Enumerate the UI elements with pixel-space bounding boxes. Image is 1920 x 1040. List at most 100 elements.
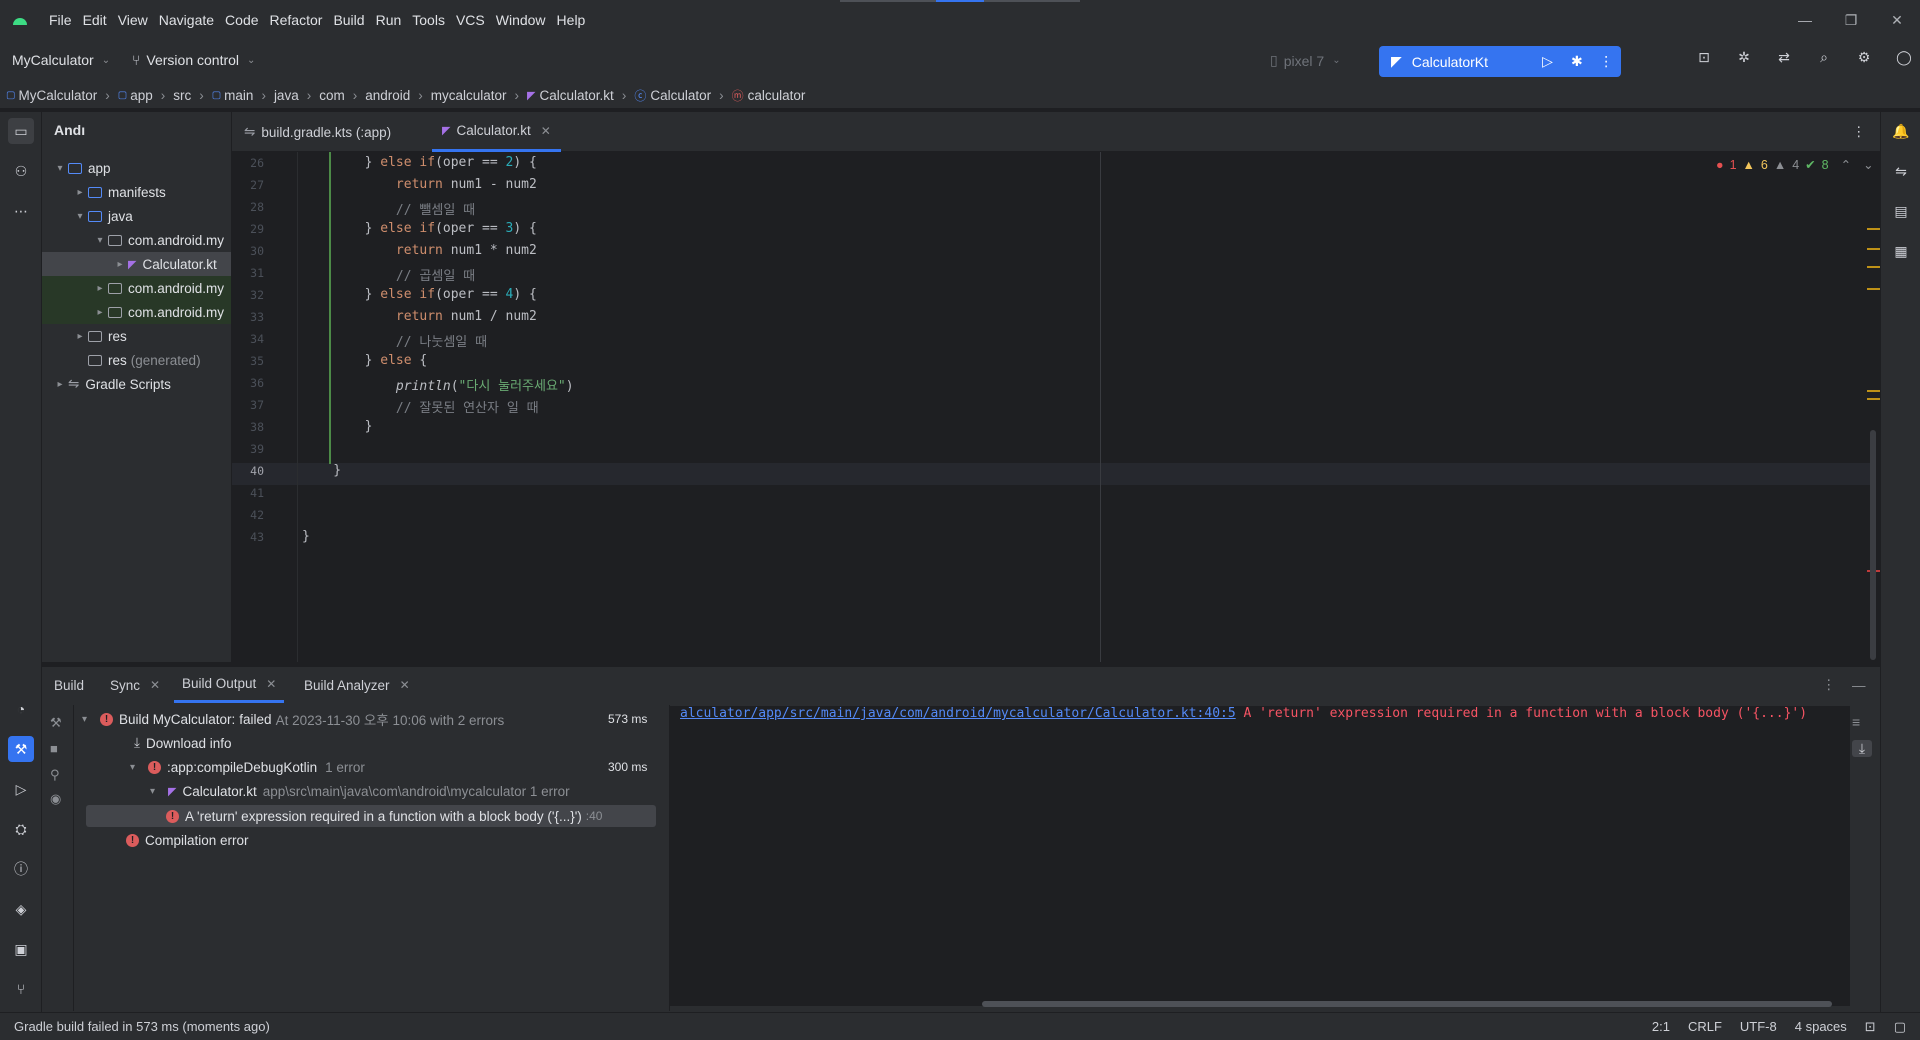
project-panel-title[interactable]: Andı <box>54 122 85 138</box>
tab-build[interactable]: Build <box>54 667 84 703</box>
breadcrumb-item[interactable]: com <box>319 88 345 103</box>
download-info-node[interactable]: ⤓ Download info <box>134 731 232 755</box>
chat-icon[interactable]: ▢ <box>1894 1019 1906 1035</box>
stop-icon[interactable]: ■ <box>50 741 58 756</box>
git-icon[interactable]: ⑂ <box>8 976 34 1002</box>
app-inspection-icon[interactable]: ⛭ <box>8 816 34 842</box>
tree-item-res[interactable]: ▸ res <box>42 324 231 348</box>
tree-item-calculator-kt[interactable]: ▸ ◤ Calculator.kt <box>42 252 231 276</box>
warning-stripe[interactable] <box>1867 398 1880 400</box>
close-icon[interactable]: ✕ <box>150 678 160 692</box>
build-console[interactable]: alculator/app/src/main/java/com/android/… <box>670 706 1850 1006</box>
build-hammer-icon[interactable]: ⚒ <box>8 736 34 762</box>
chevron-down-icon[interactable]: ⌄ <box>1863 157 1873 172</box>
menu-file[interactable]: File <box>49 12 72 28</box>
close-icon[interactable]: ✕ <box>266 677 276 691</box>
vertical-scrollbar[interactable] <box>1870 430 1876 660</box>
inspection-widget[interactable]: ● 1 ▲ 6 ▲ 4 ✔ 8 ⌃ ⌄ <box>1716 157 1874 173</box>
console-horizontal-scrollbar[interactable] <box>982 1001 1832 1007</box>
menu-build[interactable]: Build <box>333 12 364 28</box>
eye-icon[interactable]: ◉ <box>50 791 61 807</box>
indent-setting[interactable]: 4 spaces <box>1795 1019 1847 1035</box>
scroll-to-end-icon[interactable]: ⤓ <box>1852 740 1872 757</box>
soft-wrap-icon[interactable]: ≡ <box>1852 714 1860 730</box>
tab-build-analyzer[interactable]: Build Analyzer ✕ <box>304 667 410 703</box>
terminal-icon[interactable]: ▣ <box>8 936 34 962</box>
gradle-icon[interactable]: ⇋ <box>1888 158 1914 184</box>
breadcrumb-item[interactable]: main <box>224 88 253 103</box>
breadcrumb-item[interactable]: Calculator.kt <box>540 88 614 103</box>
restore-icon[interactable]: ❐ <box>1828 0 1874 40</box>
menu-tools[interactable]: Tools <box>412 12 445 28</box>
tab-build-gradle[interactable]: ⇋ build.gradle.kts (:app) <box>244 112 391 152</box>
compilation-error-node[interactable]: ! Compilation error <box>126 828 249 852</box>
menu-view[interactable]: View <box>118 12 148 28</box>
more-vertical-icon[interactable]: ⋮ <box>1592 53 1621 70</box>
account-icon[interactable]: ◯ <box>1884 49 1920 66</box>
problems-icon[interactable]: ⓘ <box>8 856 34 882</box>
emulator-icon[interactable]: ▦ <box>1888 238 1914 264</box>
tree-item-java[interactable]: ▾ java <box>42 204 231 228</box>
tab-calculator-kt[interactable]: ◤ Calculator.kt ✕ <box>432 112 561 152</box>
folder-icon[interactable]: ▭ <box>8 118 34 144</box>
close-icon[interactable]: ✕ <box>400 678 410 692</box>
structure-icon[interactable]: ⚇ <box>8 158 34 184</box>
more-vertical-icon[interactable]: ⋮ <box>1852 112 1866 152</box>
project-selector[interactable]: MyCalculator ⌄ <box>12 52 110 68</box>
tab-sync[interactable]: Sync ✕ <box>110 667 160 703</box>
device-file-icon[interactable]: ▤ <box>1888 198 1914 224</box>
cursor-position[interactable]: 2:1 <box>1652 1019 1670 1035</box>
minimize-icon[interactable]: — <box>1782 0 1828 40</box>
hammer-icon[interactable]: ⚒ <box>50 715 62 731</box>
breadcrumb-item[interactable]: MyCalculator <box>18 88 97 103</box>
status-message[interactable]: Gradle build failed in 573 ms (moments a… <box>14 1019 270 1034</box>
run-icon[interactable]: ▷ <box>8 776 34 802</box>
tree-item-package[interactable]: ▸ com.android.my <box>42 276 231 300</box>
file-encoding[interactable]: UTF-8 <box>1740 1019 1777 1035</box>
menu-edit[interactable]: Edit <box>83 12 107 28</box>
gear-icon[interactable]: ⚙ <box>1844 49 1884 66</box>
file-node[interactable]: ▾ ◤ Calculator.kt app\src\main\java\com\… <box>150 779 570 803</box>
debug-icon[interactable]: ✱ <box>1562 53 1591 70</box>
tab-build-output[interactable]: Build Output ✕ <box>174 667 285 703</box>
warning-stripe[interactable] <box>1867 266 1880 268</box>
bug-icon[interactable]: ✲ <box>1724 49 1764 66</box>
version-control-selector[interactable]: ⑂ Version control ⌄ <box>132 52 255 68</box>
search-icon[interactable]: ⌕ <box>1804 49 1844 66</box>
menu-vcs[interactable]: VCS <box>456 12 485 28</box>
build-root-node[interactable]: ▾ ! Build MyCalculator: failed At 2023-1… <box>82 707 504 731</box>
menu-navigate[interactable]: Navigate <box>159 12 214 28</box>
line-separator[interactable]: CRLF <box>1688 1019 1722 1035</box>
gem-icon[interactable]: ◈ <box>8 896 34 922</box>
breadcrumb-item[interactable]: src <box>173 88 191 103</box>
code-editor[interactable]: 26 27 28 29 30 31 32 33 34 35 36 37 38 39 40 41 42 43 } e… <box>232 152 1880 662</box>
warning-stripe[interactable] <box>1867 228 1880 230</box>
minimize-icon[interactable]: — <box>1852 667 1866 703</box>
sync-icon[interactable]: ⇄ <box>1764 49 1804 66</box>
warning-stripe[interactable] <box>1867 248 1880 250</box>
chevron-up-icon[interactable]: ⌃ <box>1841 157 1851 172</box>
pin-icon[interactable]: ⚲ <box>50 767 60 783</box>
notifications-icon[interactable]: 🔔 <box>1888 118 1914 144</box>
breadcrumb-item[interactable]: calculator <box>748 88 806 103</box>
more-vertical-icon[interactable]: ⋮ <box>1822 667 1836 703</box>
menu-window[interactable]: Window <box>496 12 546 28</box>
run-icon[interactable]: ▷ <box>1533 53 1562 70</box>
console-file-link[interactable]: alculator/app/src/main/java/com/android/… <box>680 706 1236 721</box>
tree-item-manifests[interactable]: ▸ manifests <box>42 180 231 204</box>
tree-item-gradle-scripts[interactable]: ▸ ⇋ Gradle Scripts <box>42 372 231 396</box>
menu-refactor[interactable]: Refactor <box>270 12 323 28</box>
tree-item-app[interactable]: ▾ app <box>42 156 231 180</box>
task-node[interactable]: ▾ ! :app:compileDebugKotlin 1 error <box>130 755 365 779</box>
tree-item-package[interactable]: ▾ com.android.my <box>42 228 231 252</box>
breadcrumb-item[interactable]: app <box>130 88 153 103</box>
tree-item-res-generated[interactable]: res (generated) <box>42 348 231 372</box>
menu-code[interactable]: Code <box>225 12 258 28</box>
menu-run[interactable]: Run <box>376 12 402 28</box>
device-selector[interactable]: ▯ pixel 7 ⌄ <box>1270 52 1341 69</box>
device-manager-icon[interactable]: ⊡ <box>1684 49 1724 66</box>
menu-help[interactable]: Help <box>557 12 586 28</box>
warning-stripe[interactable] <box>1867 288 1880 290</box>
profiler-icon[interactable]: ◔ <box>8 696 34 722</box>
more-horizontal-icon[interactable]: ⋯ <box>8 198 34 224</box>
